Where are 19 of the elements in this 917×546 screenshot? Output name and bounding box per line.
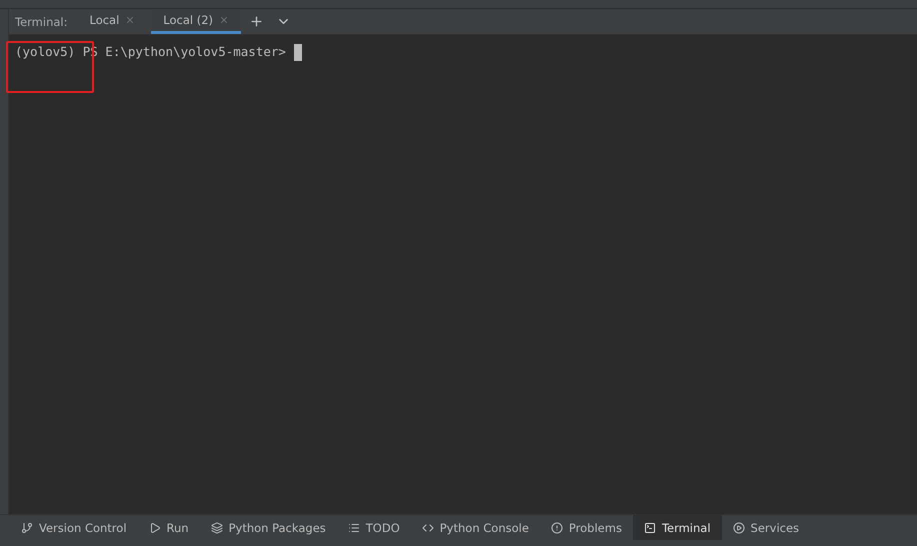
tool-window-button[interactable]: TODO: [336, 515, 411, 540]
tool-window-button[interactable]: Services: [722, 515, 810, 540]
tool-window-button[interactable]: Python Console: [410, 515, 540, 540]
branch-icon: [21, 522, 33, 534]
play-circle-icon: [732, 522, 745, 534]
terminal-tab[interactable]: Local: [77, 9, 148, 34]
alert-icon: [550, 522, 563, 534]
code-icon: [422, 522, 434, 534]
terminal-label: Terminal:: [15, 14, 68, 30]
tool-window-button[interactable]: Run: [138, 515, 200, 540]
layers-icon: [210, 522, 223, 534]
terminal-icon: [644, 522, 656, 534]
play-icon: [148, 522, 161, 534]
text-cursor: [294, 44, 302, 61]
close-icon[interactable]: [219, 15, 230, 25]
tool-window-button[interactable]: Python Packages: [200, 515, 337, 540]
tool-window-button[interactable]: Problems: [540, 515, 633, 540]
tool-window-button[interactable]: Terminal: [632, 515, 722, 540]
tool-window-button[interactable]: Version Control: [10, 515, 138, 540]
